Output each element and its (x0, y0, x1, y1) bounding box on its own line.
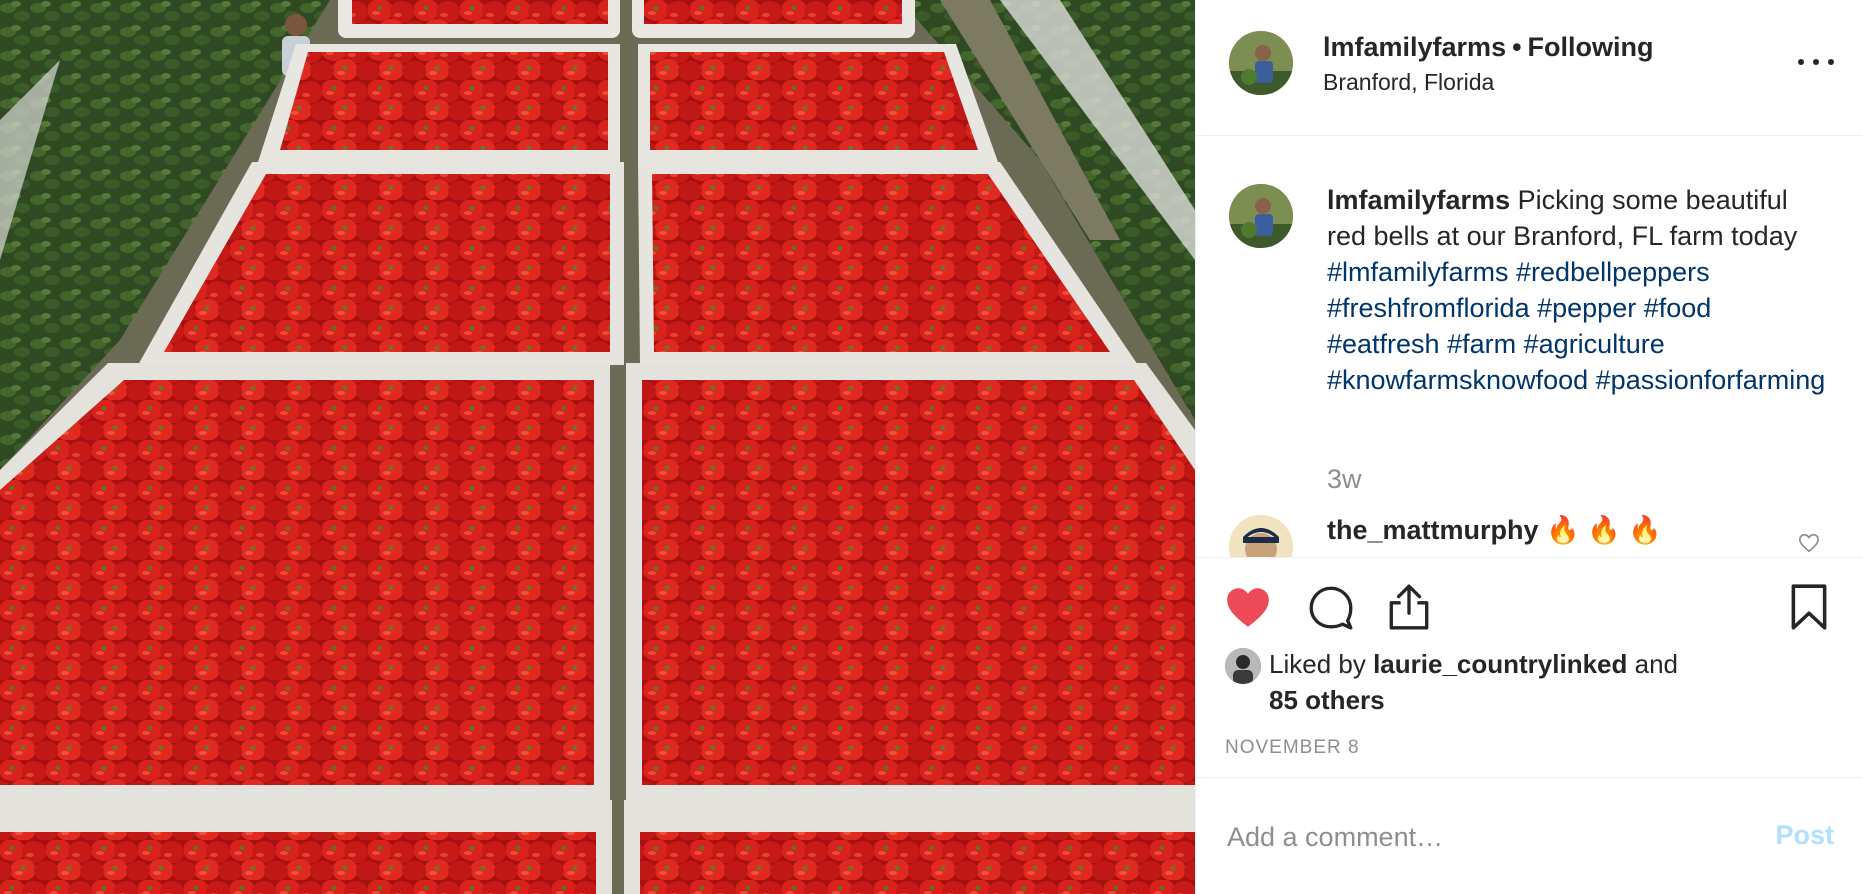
username-line: lmfamilyfarms • Following (1323, 32, 1654, 63)
likes-others-link[interactable]: 85 others (1269, 682, 1678, 718)
pepper-crates-image (0, 0, 1195, 894)
likes-conjunction: and (1634, 649, 1679, 679)
hashtag[interactable]: #freshfromflorida (1327, 293, 1530, 323)
post-header: lmfamilyfarms • Following Branford, Florid… (1196, 0, 1863, 136)
hashtag[interactable]: #pepper (1537, 293, 1636, 323)
hashtag[interactable]: #knowfarmsknowfood (1327, 365, 1588, 395)
likes-text: Liked by laurie_countrylinked and 85 oth… (1269, 646, 1678, 718)
hashtag[interactable]: #agriculture (1524, 329, 1665, 359)
post-photo[interactable] (0, 0, 1195, 894)
comment-bubble-icon[interactable] (1306, 582, 1356, 632)
location-link[interactable]: Branford, Florida (1323, 69, 1654, 96)
separator-dot: • (1512, 32, 1522, 62)
hashtag[interactable]: #food (1644, 293, 1712, 323)
share-upload-icon[interactable] (1384, 582, 1434, 632)
comment: the_mattmurphy 🔥 🔥 🔥 (1327, 514, 1662, 546)
user-avatar[interactable] (1229, 31, 1293, 95)
header-text: lmfamilyfarms • Following Branford, Florid… (1323, 32, 1654, 96)
add-comment-bar: Post (1196, 777, 1863, 894)
likes-summary: Liked by laurie_countrylinked and 85 oth… (1225, 646, 1678, 718)
hashtag[interactable]: #farm (1447, 329, 1516, 359)
hashtag[interactable]: #eatfresh (1327, 329, 1440, 359)
instagram-post: lmfamilyfarms • Following Branford, Florid… (0, 0, 1863, 894)
post-caption: lmfamilyfarms Picking some beautiful red… (1327, 182, 1827, 398)
likes-prefix: Liked by (1269, 649, 1366, 679)
post-date[interactable]: NOVEMBER 8 (1225, 737, 1360, 759)
caption-author-avatar[interactable] (1229, 184, 1293, 248)
post-actions: Liked by laurie_countrylinked and 85 oth… (1196, 557, 1863, 777)
post-comment-button[interactable]: Post (1775, 820, 1834, 851)
username-link[interactable]: lmfamilyfarms (1323, 32, 1506, 62)
caption-author[interactable]: lmfamilyfarms (1327, 185, 1510, 215)
comment-like-heart-icon[interactable] (1798, 532, 1820, 554)
commenter-avatar[interactable] (1229, 515, 1293, 557)
add-comment-input[interactable] (1225, 814, 1729, 860)
heart-filled-icon[interactable] (1223, 582, 1273, 632)
comment-author[interactable]: the_mattmurphy (1327, 515, 1539, 545)
caption-relative-time: 3w (1327, 464, 1362, 494)
more-options-icon[interactable] (1798, 50, 1834, 74)
hashtag[interactable]: #passionforfarming (1596, 365, 1826, 395)
comment-text: 🔥 🔥 🔥 (1546, 515, 1662, 545)
hashtag[interactable]: #lmfamilyfarms (1327, 257, 1509, 287)
bookmark-icon[interactable] (1784, 582, 1834, 632)
liker-avatar[interactable] (1225, 648, 1261, 684)
hashtag[interactable]: #redbellpeppers (1516, 257, 1710, 287)
comments-section[interactable]: lmfamilyfarms Picking some beautiful red… (1196, 137, 1863, 557)
post-side-panel: lmfamilyfarms • Following Branford, Florid… (1195, 0, 1863, 894)
liker-username[interactable]: laurie_countrylinked (1373, 649, 1627, 679)
following-button[interactable]: Following (1528, 32, 1654, 62)
